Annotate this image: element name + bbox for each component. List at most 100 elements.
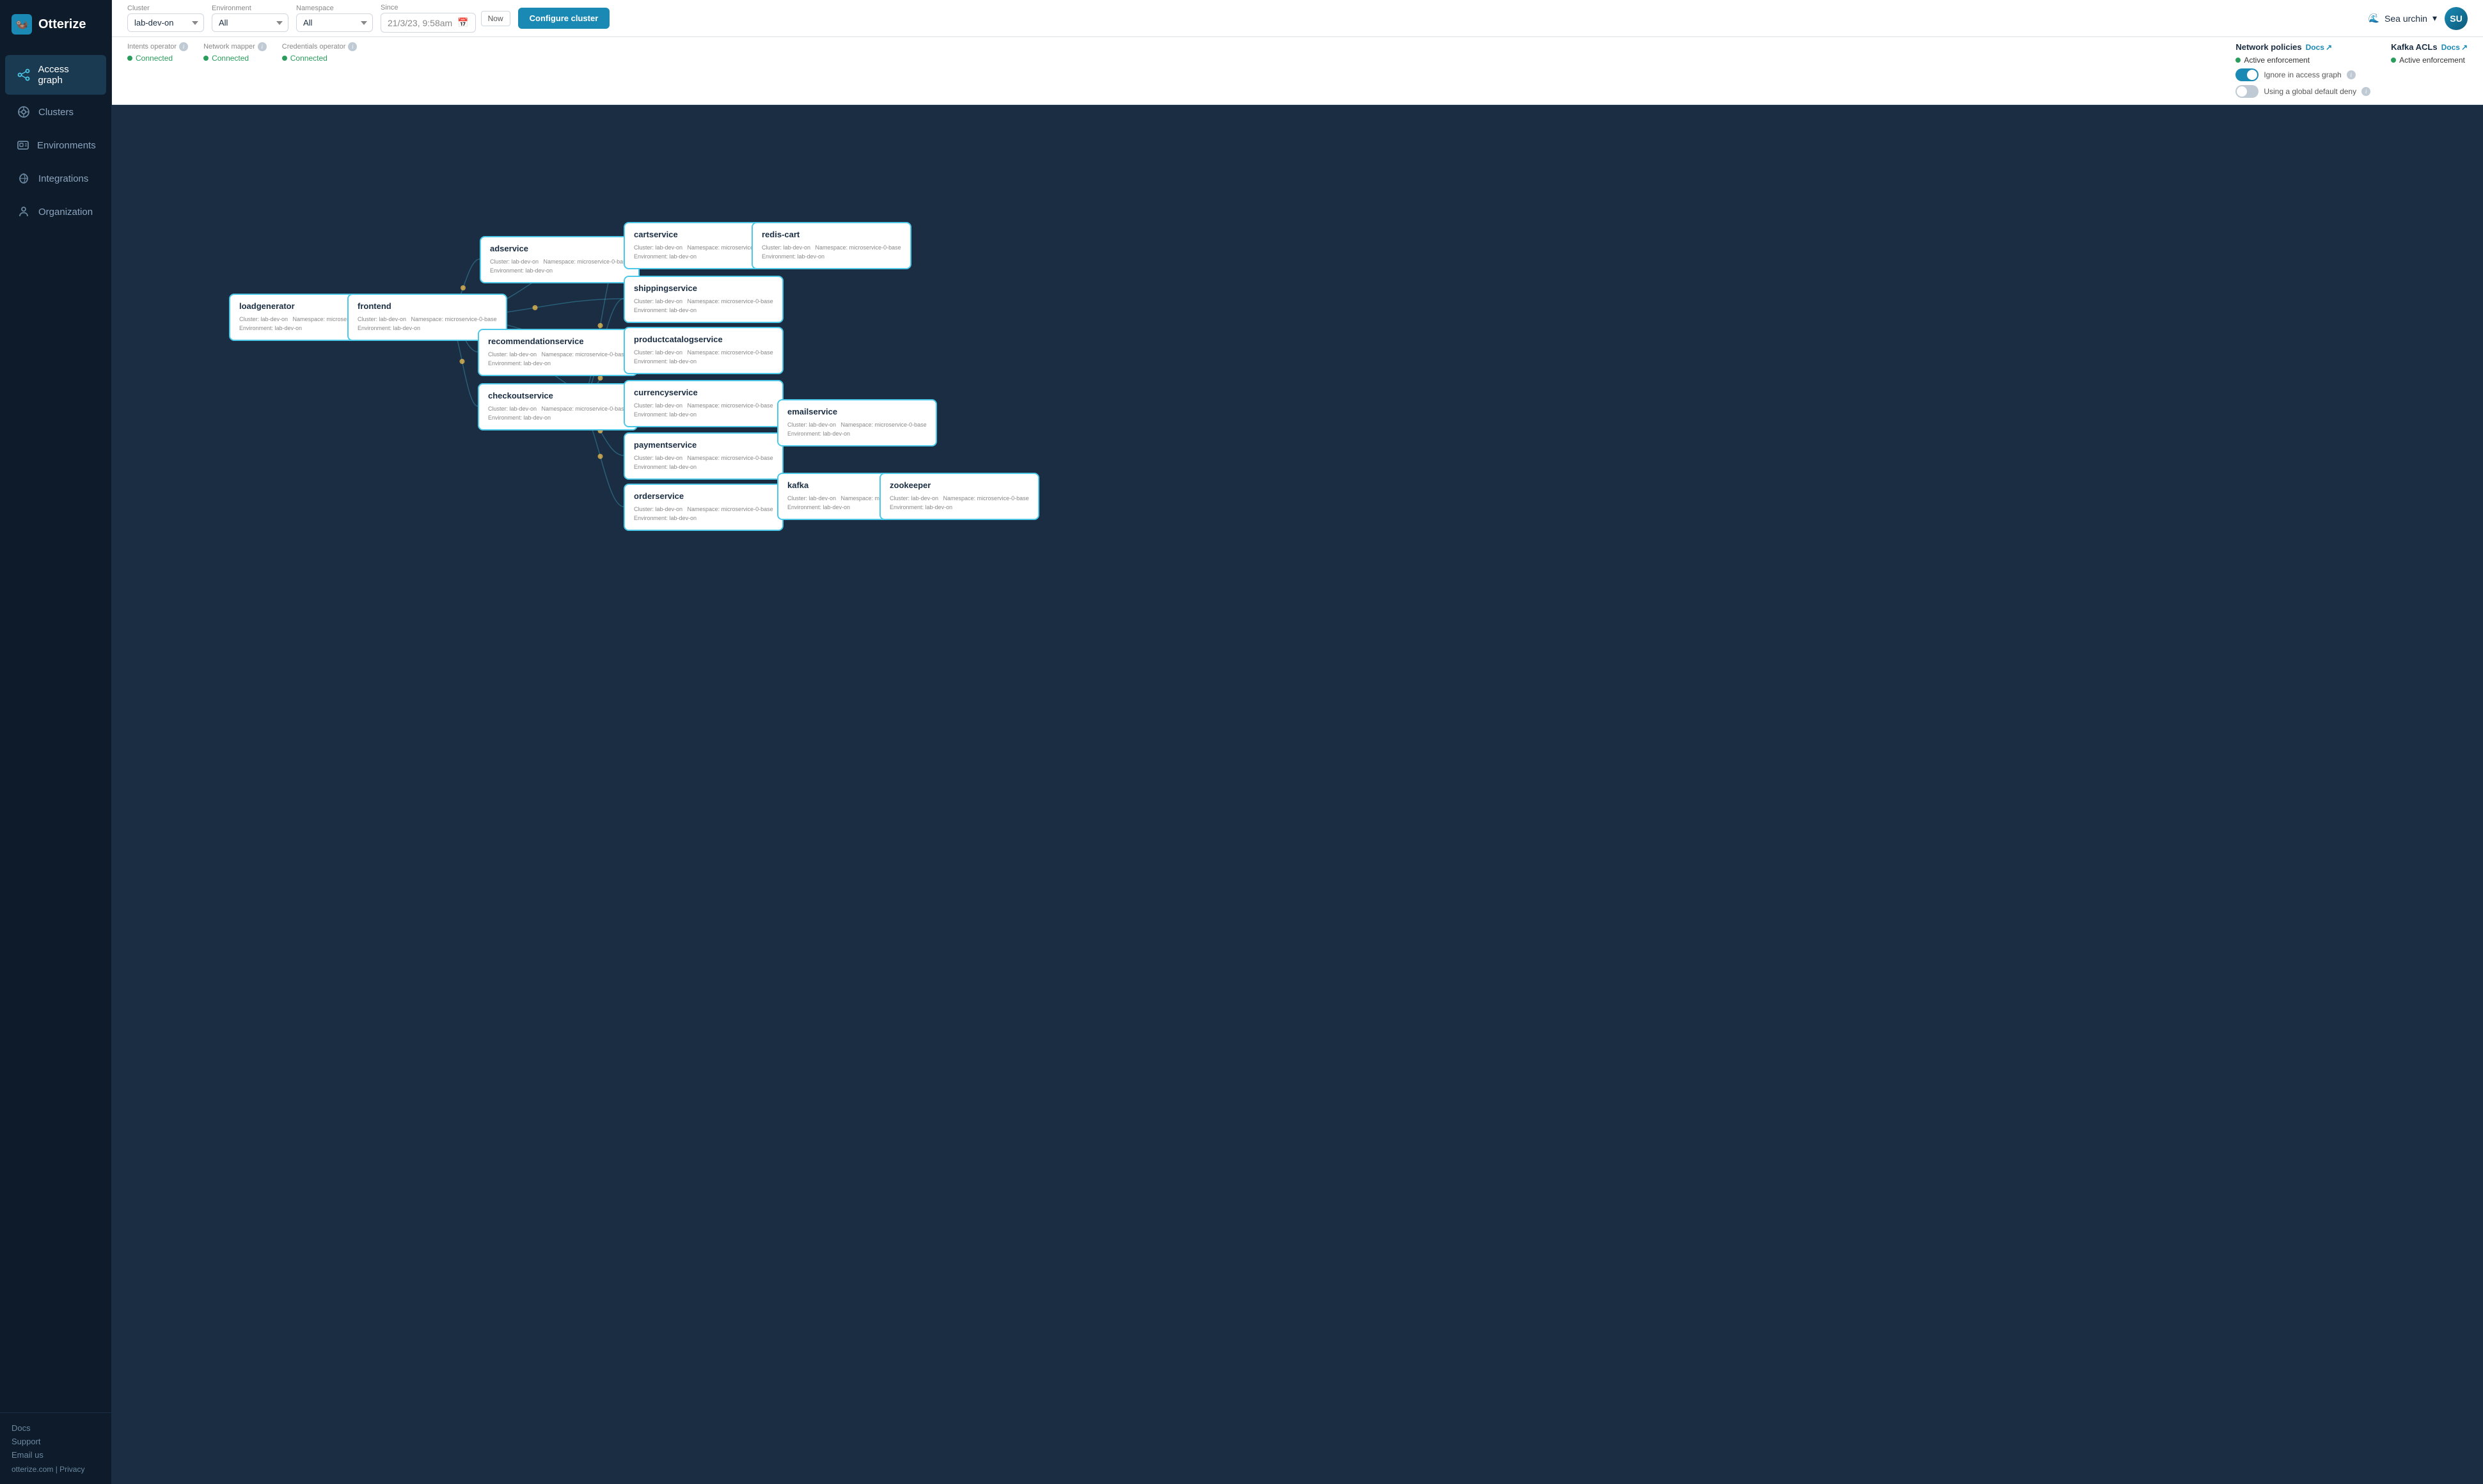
- intents-label: Intents operator i: [127, 42, 188, 51]
- service-meta: Cluster: lab-dev-on Namespace: microserv…: [488, 404, 627, 423]
- cluster-filter: Cluster lab-dev-on: [127, 4, 204, 32]
- operators-row: Intents operator i Connected Network map…: [127, 42, 357, 63]
- service-name: shippingservice: [634, 283, 773, 293]
- second-bar: Intents operator i Connected Network map…: [112, 37, 2483, 105]
- info-icon[interactable]: i: [2361, 87, 2370, 96]
- external-link-icon: ↗: [2461, 43, 2468, 52]
- service-node-orderservice[interactable]: orderservice Cluster: lab-dev-on Namespa…: [624, 484, 784, 531]
- info-icon[interactable]: i: [348, 42, 357, 51]
- date-input[interactable]: 21/3/23, 9:58am 📅: [381, 13, 476, 33]
- footer-links: otterize.com | Privacy: [12, 1465, 100, 1474]
- environment-filter: Environment All: [212, 4, 288, 32]
- topbar-right: 🌊 Sea urchin ▾ SU: [2369, 7, 2468, 30]
- sidebar-footer: Docs Support Email us otterize.com | Pri…: [0, 1412, 111, 1484]
- sidebar-item-label: Access graph: [38, 64, 95, 86]
- sidebar-item-label: Integrations: [38, 173, 88, 184]
- service-meta: Cluster: lab-dev-on Namespace: microserv…: [634, 297, 773, 315]
- user-icon: 🌊: [2369, 13, 2379, 24]
- service-node-redis-cart[interactable]: redis-cart Cluster: lab-dev-on Namespace…: [752, 222, 911, 269]
- service-meta: Cluster: lab-dev-on Namespace: microserv…: [762, 243, 901, 262]
- namespace-label: Namespace: [296, 4, 373, 12]
- avatar[interactable]: SU: [2445, 7, 2468, 30]
- credentials-status: Connected: [282, 54, 358, 63]
- since-filter: Since 21/3/23, 9:58am 📅 Now: [381, 4, 510, 33]
- chevron-down-icon: ▾: [2432, 13, 2437, 24]
- network-policies-title: Network policies Docs ↗: [2235, 42, 2370, 52]
- clusters-icon: [17, 105, 31, 119]
- status-dot: [282, 56, 287, 61]
- sidebar-item-label: Environments: [37, 140, 96, 151]
- topbar: Cluster lab-dev-on Environment All Names…: [112, 0, 2483, 37]
- service-name: orderservice: [634, 491, 773, 501]
- network-policies-section: Network policies Docs ↗ Active enforceme…: [2235, 42, 2370, 98]
- sidebar-item-clusters[interactable]: Clusters: [5, 96, 106, 128]
- service-meta: Cluster: lab-dev-on Namespace: microserv…: [358, 315, 497, 333]
- info-icon[interactable]: i: [258, 42, 267, 51]
- info-icon[interactable]: i: [2347, 70, 2356, 79]
- sidebar-item-environments[interactable]: Environments: [5, 129, 106, 161]
- network-mapper-operator: Network mapper i Connected: [203, 42, 267, 63]
- global-default-deny-label: Using a global default deny: [2264, 87, 2356, 96]
- service-meta: Cluster: lab-dev-on Namespace: microserv…: [634, 454, 773, 472]
- service-name: redis-cart: [762, 230, 901, 239]
- namespace-filter: Namespace All: [296, 4, 373, 32]
- info-icon[interactable]: i: [179, 42, 188, 51]
- email-link[interactable]: Email us: [12, 1450, 100, 1460]
- service-node-adservice[interactable]: adservice Cluster: lab-dev-on Namespace:…: [480, 236, 640, 283]
- service-name: paymentservice: [634, 440, 773, 450]
- ignore-access-graph-toggle[interactable]: [2235, 68, 2258, 81]
- configure-cluster-button[interactable]: Configure cluster: [518, 8, 610, 29]
- sidebar-item-label: Organization: [38, 207, 93, 217]
- service-node-shippingservice[interactable]: shippingservice Cluster: lab-dev-on Name…: [624, 276, 784, 323]
- network-policies-docs-link[interactable]: Docs ↗: [2306, 43, 2332, 52]
- app-logo: 🦦 Otterize: [0, 0, 111, 49]
- service-name: currencyservice: [634, 388, 773, 397]
- sidebar: 🦦 Otterize Access graph: [0, 0, 112, 1484]
- credentials-label: Credentials operator i: [282, 42, 358, 51]
- service-node-emailservice[interactable]: emailservice Cluster: lab-dev-on Namespa…: [777, 399, 937, 446]
- service-name: emailservice: [787, 407, 927, 416]
- service-name: recommendationservice: [488, 336, 627, 346]
- service-meta: Cluster: lab-dev-on Namespace: microserv…: [634, 401, 773, 420]
- service-node-recommendationservice[interactable]: recommendationservice Cluster: lab-dev-o…: [478, 329, 638, 376]
- service-node-checkoutservice[interactable]: checkoutservice Cluster: lab-dev-on Name…: [478, 383, 638, 430]
- logo-icon: 🦦: [12, 14, 32, 35]
- global-default-deny-toggle[interactable]: [2235, 85, 2258, 98]
- network-mapper-label: Network mapper i: [203, 42, 267, 51]
- sidebar-item-organization[interactable]: Organization: [5, 196, 106, 228]
- cluster-select[interactable]: lab-dev-on: [127, 13, 204, 32]
- environment-label: Environment: [212, 4, 288, 12]
- support-link[interactable]: Support: [12, 1437, 100, 1446]
- global-default-deny-toggle-row: Using a global default deny i: [2235, 85, 2370, 98]
- service-name: checkoutservice: [488, 391, 627, 400]
- ignore-access-graph-label: Ignore in access graph: [2264, 70, 2341, 79]
- sidebar-item-access-graph[interactable]: Access graph: [5, 55, 106, 95]
- environment-select[interactable]: All: [212, 13, 288, 32]
- namespace-select[interactable]: All: [296, 13, 373, 32]
- sidebar-item-integrations[interactable]: Integrations: [5, 162, 106, 194]
- ignore-access-graph-toggle-row: Ignore in access graph i: [2235, 68, 2370, 81]
- service-node-paymentservice[interactable]: paymentservice Cluster: lab-dev-on Names…: [624, 432, 784, 480]
- intents-operator: Intents operator i Connected: [127, 42, 188, 63]
- now-button[interactable]: Now: [481, 11, 510, 26]
- username: Sea urchin: [2384, 13, 2427, 24]
- service-meta: Cluster: lab-dev-on Namespace: microserv…: [634, 348, 773, 367]
- service-node-productcatalogservice[interactable]: productcatalogservice Cluster: lab-dev-o…: [624, 327, 784, 374]
- docs-link[interactable]: Docs: [12, 1423, 100, 1433]
- service-node-currencyservice[interactable]: currencyservice Cluster: lab-dev-on Name…: [624, 380, 784, 427]
- environments-icon: [17, 138, 29, 152]
- cluster-label: Cluster: [127, 4, 204, 12]
- enforcement-dot: [2391, 58, 2396, 63]
- network-policies-enforcement: Active enforcement: [2235, 56, 2370, 65]
- service-node-zookeeper[interactable]: zookeeper Cluster: lab-dev-on Namespace:…: [879, 473, 1039, 520]
- credentials-operator: Credentials operator i Connected: [282, 42, 358, 63]
- user-menu[interactable]: 🌊 Sea urchin ▾: [2369, 13, 2437, 24]
- kafka-acls-enforcement: Active enforcement: [2391, 56, 2468, 65]
- main-content: Cluster lab-dev-on Environment All Names…: [112, 0, 2483, 1484]
- calendar-icon: 📅: [457, 17, 468, 28]
- kafka-acls-docs-link[interactable]: Docs ↗: [2441, 43, 2468, 52]
- graph-area[interactable]: loadgenerator Cluster: lab-dev-on Namesp…: [112, 105, 2483, 1484]
- since-label: Since: [381, 4, 476, 12]
- service-name: adservice: [490, 244, 629, 253]
- status-dot: [203, 56, 209, 61]
